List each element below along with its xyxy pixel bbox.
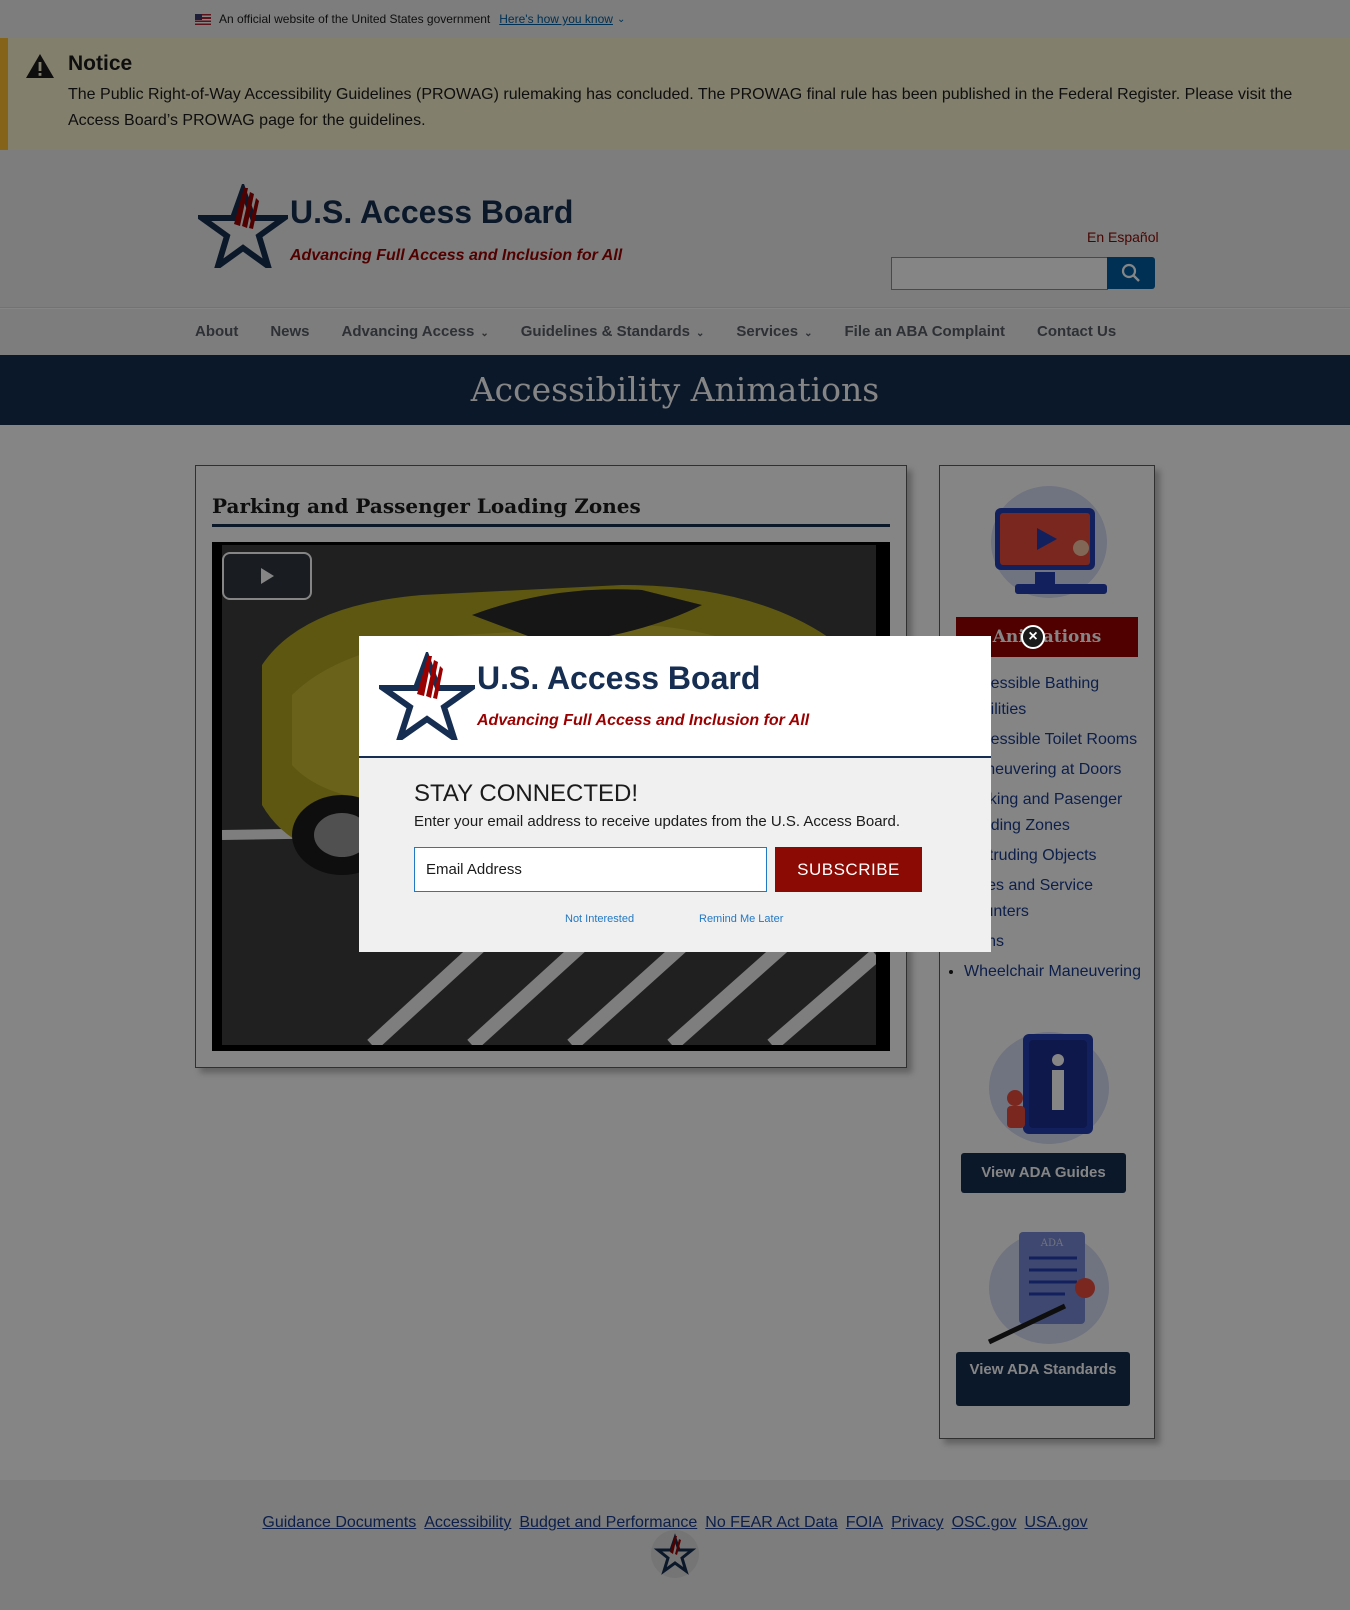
not-interested-link[interactable]: Not Interested	[565, 913, 634, 925]
subscribe-button[interactable]: SUBSCRIBE	[775, 847, 922, 892]
stay-connected-subtext: Enter your email address to receive upda…	[414, 813, 901, 830]
modal-title: U.S. Access Board	[477, 660, 761, 696]
modal-logo-icon	[379, 652, 475, 740]
stay-connected-heading: STAY CONNECTED!	[414, 780, 639, 807]
newsletter-modal: U.S. Access Board Advancing Full Access …	[359, 636, 991, 952]
modal-header: U.S. Access Board Advancing Full Access …	[359, 636, 991, 758]
email-field[interactable]	[414, 847, 767, 892]
remind-later-link[interactable]: Remind Me Later	[699, 913, 783, 925]
close-icon[interactable]: ×	[1021, 625, 1045, 649]
modal-tagline: Advancing Full Access and Inclusion for …	[477, 712, 810, 729]
